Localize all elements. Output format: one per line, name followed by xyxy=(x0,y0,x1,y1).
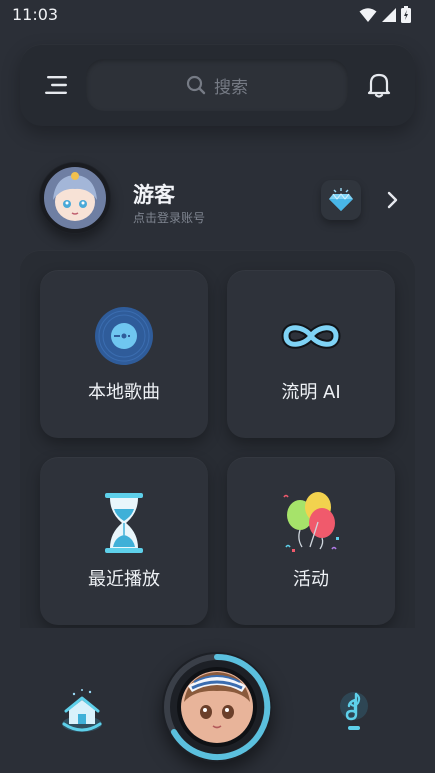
top-bar: 搜索 xyxy=(20,44,415,126)
diamond-icon xyxy=(329,188,353,211)
profile-name: 游客 xyxy=(133,183,175,207)
profile-login-hint: 点击登录账号 xyxy=(133,211,206,225)
music-note-icon[interactable] xyxy=(337,688,371,738)
feature-panel: 本地歌曲 流明 AI 最近播放 活动 xyxy=(20,250,415,628)
card-recent-plays[interactable]: 最近播放 xyxy=(40,457,208,625)
card-label: 活动 xyxy=(293,569,329,590)
bell-icon[interactable] xyxy=(365,71,393,99)
search-input[interactable]: 搜索 xyxy=(86,59,348,111)
vinyl-record-icon xyxy=(95,307,153,365)
status-icons xyxy=(359,6,411,23)
battery-icon xyxy=(401,6,411,23)
balloons-icon xyxy=(283,492,339,552)
vip-button[interactable] xyxy=(321,180,361,220)
bottom-nav xyxy=(0,628,435,773)
signal-icon xyxy=(382,7,396,22)
search-icon xyxy=(186,75,206,95)
status-time: 11:03 xyxy=(12,5,59,24)
card-label: 本地歌曲 xyxy=(88,382,160,403)
wifi-icon xyxy=(359,7,377,22)
profile-row[interactable]: 游客 点击登录账号 xyxy=(20,160,415,240)
now-playing-button[interactable] xyxy=(162,652,272,762)
search-placeholder: 搜索 xyxy=(214,77,248,98)
chevron-right-icon[interactable] xyxy=(386,190,400,210)
card-label: 最近播放 xyxy=(88,569,160,590)
avatar[interactable] xyxy=(39,162,111,234)
infinity-icon xyxy=(281,323,341,349)
card-activities[interactable]: 活动 xyxy=(227,457,395,625)
card-lumen-ai[interactable]: 流明 AI xyxy=(227,270,395,438)
menu-icon[interactable] xyxy=(43,74,69,96)
now-playing-artwork xyxy=(164,653,271,760)
avatar-image xyxy=(40,163,110,233)
card-local-songs[interactable]: 本地歌曲 xyxy=(40,270,208,438)
hourglass-icon xyxy=(105,493,143,553)
card-label: 流明 AI xyxy=(281,382,341,403)
status-bar: 11:03 xyxy=(0,0,435,32)
home-icon[interactable] xyxy=(60,688,104,738)
